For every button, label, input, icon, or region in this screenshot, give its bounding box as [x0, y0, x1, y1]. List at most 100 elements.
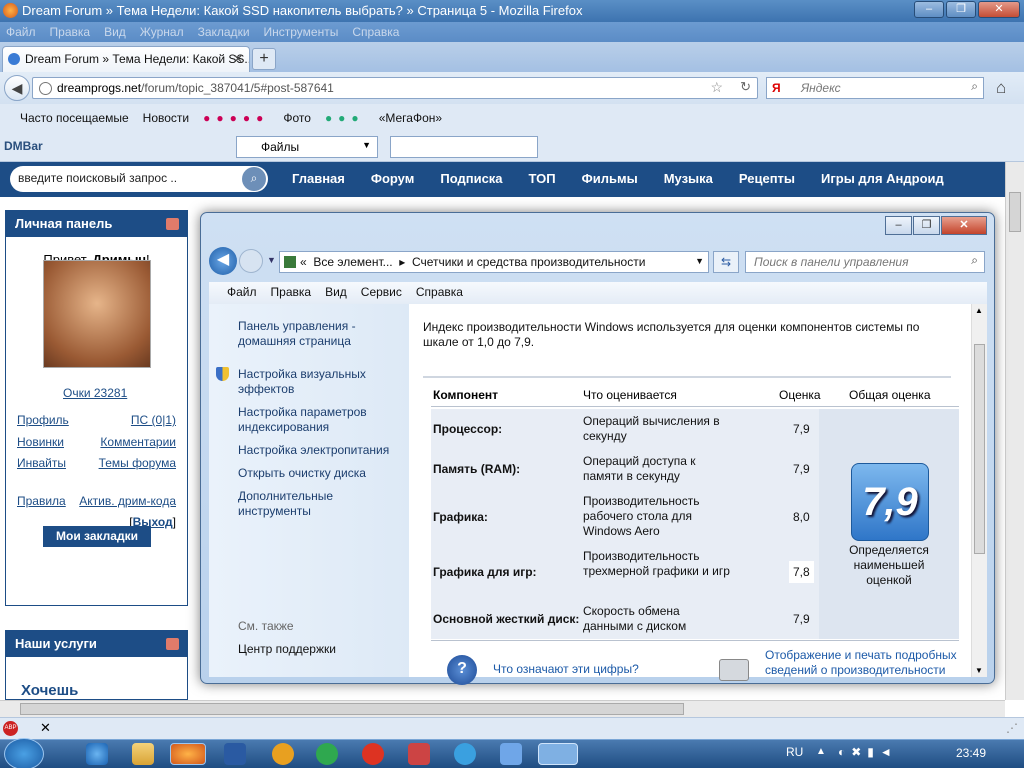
invites-link[interactable]: Инвайты: [17, 456, 66, 470]
dialog-close-button[interactable]: ✕: [941, 216, 987, 235]
help-icon[interactable]: ?: [447, 655, 477, 685]
search-icon[interactable]: ⌕: [242, 167, 266, 191]
refresh-button[interactable]: ⇆: [713, 251, 739, 273]
comments-link[interactable]: Комментарии: [100, 435, 176, 449]
sidebar-link-home[interactable]: Панель управления - домашняя страница: [238, 319, 388, 349]
dialog-search-input[interactable]: Поиск в панели управления ⌕: [745, 251, 985, 273]
pm-link[interactable]: ПС (0|1): [131, 413, 176, 427]
minimize-button[interactable]: –: [914, 1, 944, 18]
scroll-down-icon[interactable]: ▼: [975, 666, 983, 675]
nav-music[interactable]: Музыка: [664, 171, 713, 186]
sidebar-link-indexing[interactable]: Настройка параметров индексирования: [238, 405, 383, 435]
sidebar-link-disk-cleanup[interactable]: Открыть очистку диска: [238, 466, 403, 481]
menu-help[interactable]: Справка: [352, 22, 399, 42]
search-icon[interactable]: ⌕: [971, 79, 978, 94]
nav-home[interactable]: Главная: [292, 171, 345, 186]
dialog-breadcrumb[interactable]: « Все элемент... ▸ Счетчики и средства п…: [279, 251, 709, 273]
points-link[interactable]: Очки 23281: [63, 386, 127, 400]
app-icon[interactable]: [500, 743, 522, 765]
control-panel-taskbar-icon[interactable]: [538, 743, 578, 765]
search-bar[interactable]: Я Яндекс ⌕: [766, 77, 984, 99]
rules-link[interactable]: Правила: [17, 494, 66, 508]
menu-bookmarks[interactable]: Закладки: [198, 22, 250, 42]
collapse-icon[interactable]: [166, 218, 179, 230]
firefox-taskbar-icon[interactable]: [170, 743, 206, 765]
dialog-forward-button[interactable]: [239, 249, 263, 273]
sidebar-link-power[interactable]: Настройка электропитания: [238, 443, 403, 458]
site-search-input[interactable]: введите поисковый запрос .. ⌕: [10, 166, 268, 192]
ie-icon[interactable]: [86, 743, 108, 765]
close-icon[interactable]: ✕: [40, 720, 51, 736]
scrollbar-thumb[interactable]: [1009, 192, 1021, 232]
nav-android-games[interactable]: Игры для Андроид: [821, 171, 944, 186]
page-vertical-scrollbar[interactable]: [1005, 162, 1024, 700]
new-tab-button[interactable]: +: [252, 48, 276, 70]
abp-icon[interactable]: ABP: [3, 721, 18, 736]
dialog-maximize-button[interactable]: ❐: [913, 216, 940, 235]
print-details-link[interactable]: Отображение и печать подробных сведений …: [765, 648, 965, 678]
nav-top[interactable]: ТОП: [529, 171, 556, 186]
dialog-menu-help[interactable]: Справка: [416, 285, 463, 304]
avatar[interactable]: [43, 260, 151, 368]
dialog-menu-file[interactable]: Файл: [227, 285, 257, 304]
scrollbar-thumb[interactable]: [20, 703, 684, 715]
dmbar-search-input[interactable]: [390, 136, 538, 158]
dialog-back-button[interactable]: ◀: [209, 247, 237, 275]
close-button[interactable]: ✕: [978, 1, 1020, 18]
sidebar-link-support-center[interactable]: Центр поддержки: [238, 642, 336, 657]
dialog-menu-view[interactable]: Вид: [325, 285, 347, 304]
nav-films[interactable]: Фильмы: [582, 171, 638, 186]
bookmark-most-visited[interactable]: Часто посещаемые: [6, 111, 129, 125]
dialog-menu-edit[interactable]: Правка: [271, 285, 312, 304]
page-horizontal-scrollbar[interactable]: [0, 700, 1005, 717]
opera-icon[interactable]: [362, 743, 384, 765]
language-indicator[interactable]: RU: [786, 745, 803, 759]
app-icon[interactable]: [224, 743, 246, 765]
search-icon[interactable]: ⌕: [971, 253, 978, 268]
my-bookmarks-button[interactable]: Мои закладки: [43, 526, 151, 547]
tab-dream-forum[interactable]: Dream Forum » Тема Недели: Какой SS... ✕: [2, 46, 250, 72]
nav-forum[interactable]: Форум: [371, 171, 414, 186]
breadcrumb-item-1[interactable]: Все элемент...: [313, 255, 392, 269]
tab-close-icon[interactable]: ✕: [233, 52, 243, 66]
bookmark-news[interactable]: Новости: [143, 111, 189, 125]
app-icon[interactable]: [408, 743, 430, 765]
clock[interactable]: 23:49: [956, 746, 986, 760]
home-icon[interactable]: ⌂: [996, 78, 1006, 98]
menu-tools[interactable]: Инструменты: [264, 22, 339, 42]
menu-view[interactable]: Вид: [104, 22, 126, 42]
tray-arrow-icon[interactable]: ▲: [816, 746, 826, 757]
bookmark-megafon[interactable]: «МегаФон»: [379, 111, 442, 125]
url-bar[interactable]: dreamprogs.net/forum/topic_387041/5#post…: [32, 77, 758, 99]
sidebar-link-visual-effects[interactable]: Настройка визуальных эффектов: [238, 367, 383, 397]
maximize-button[interactable]: ❐: [946, 1, 976, 18]
new-link[interactable]: Новинки: [17, 435, 64, 449]
collapse-icon[interactable]: [166, 638, 179, 650]
menu-history[interactable]: Журнал: [140, 22, 184, 42]
bookmark-photo[interactable]: Фото: [283, 111, 311, 125]
scroll-up-icon[interactable]: ▲: [975, 306, 983, 315]
reload-icon[interactable]: ↻: [740, 79, 751, 95]
nav-recipes[interactable]: Рецепты: [739, 171, 795, 186]
dream-code-link[interactable]: Актив. дрим-кода: [79, 494, 176, 508]
app-icon[interactable]: [316, 743, 338, 765]
app-icon[interactable]: [454, 743, 476, 765]
explorer-icon[interactable]: [132, 743, 154, 765]
help-link[interactable]: Что означают эти цифры?: [493, 662, 639, 676]
chevron-down-icon[interactable]: ▼: [695, 256, 704, 266]
dialog-minimize-button[interactable]: –: [885, 216, 912, 235]
chevron-down-icon[interactable]: ▼: [267, 255, 276, 265]
dialog-scrollbar-thumb[interactable]: [974, 344, 985, 554]
sidebar-link-advanced-tools[interactable]: Дополнительные инструменты: [238, 489, 383, 519]
start-button[interactable]: [4, 738, 44, 768]
nav-subscribe[interactable]: Подписка: [440, 171, 502, 186]
breadcrumb-item-2[interactable]: Счетчики и средства производительности: [412, 255, 645, 269]
profile-link[interactable]: Профиль: [17, 413, 69, 427]
app-icon[interactable]: [272, 743, 294, 765]
dialog-menu-service[interactable]: Сервис: [361, 285, 402, 304]
files-dropdown[interactable]: Файлы ▼: [236, 136, 378, 158]
menu-file[interactable]: Файл: [6, 22, 36, 42]
menu-edit[interactable]: Правка: [50, 22, 91, 42]
dialog-scrollbar[interactable]: ▲ ▼: [971, 304, 987, 677]
star-icon[interactable]: ☆: [710, 79, 723, 96]
